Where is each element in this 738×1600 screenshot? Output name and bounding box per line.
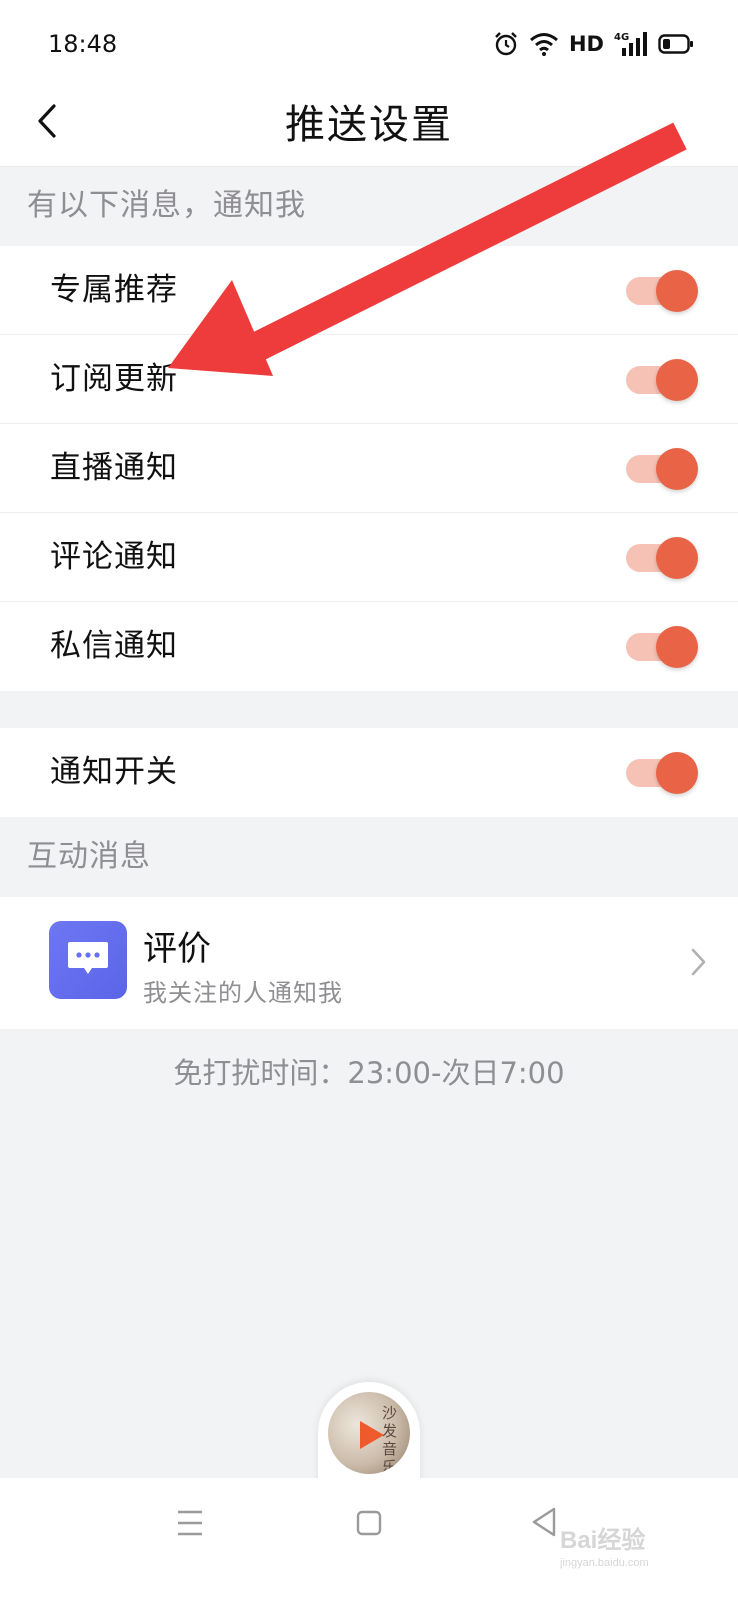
- watermark-logo: Bai经验 jingyan.baidu.com: [560, 1520, 649, 1569]
- setting-row-notification-switch[interactable]: 通知开关: [0, 728, 738, 817]
- setting-row-comment-notify[interactable]: 评论通知: [0, 513, 738, 602]
- setting-row-private-message-notify[interactable]: 私信通知: [0, 602, 738, 691]
- signal-label: 4G: [614, 32, 629, 43]
- watermark-sub: jingyan.baidu.com: [560, 1557, 649, 1569]
- page-title: 推送设置: [285, 102, 453, 148]
- toggle-switch[interactable]: [626, 752, 698, 794]
- toggle-switch[interactable]: [626, 448, 698, 490]
- cellular-signal-icon: 4G: [614, 32, 647, 56]
- toggle-switch[interactable]: [626, 537, 698, 579]
- setting-row-subscription-update[interactable]: 订阅更新: [0, 335, 738, 424]
- alarm-icon: [495, 32, 517, 56]
- toggle-switch[interactable]: [626, 626, 698, 668]
- nav-bar: 推送设置: [0, 78, 738, 167]
- do-not-disturb-text: 免打扰时间：23:00-次日7:00: [173, 1056, 565, 1090]
- chat-bubble-icon: [49, 921, 127, 999]
- status-time: 18:48: [48, 30, 118, 58]
- watermark-text: Bai经验: [560, 1527, 646, 1554]
- review-subtitle: 我关注的人通知我: [143, 979, 343, 1007]
- master-switch-group: 通知开关: [0, 728, 738, 817]
- home-icon[interactable]: [355, 1508, 383, 1538]
- back-triangle-icon[interactable]: [530, 1506, 558, 1538]
- wifi-icon: [530, 33, 558, 56]
- review-title: 评价: [143, 929, 211, 969]
- setting-label: 订阅更新: [50, 361, 178, 397]
- setting-label: 通知开关: [50, 754, 178, 790]
- setting-row-exclusive-recommend[interactable]: 专属推荐: [0, 246, 738, 335]
- setting-label: 直播通知: [50, 450, 178, 486]
- status-bar: 18:48 HD 4G: [0, 0, 738, 90]
- section-header-interaction: 互动消息: [27, 839, 151, 874]
- music-mini-player[interactable]: 沙发音乐: [318, 1382, 420, 1492]
- status-icons: HD 4G: [493, 28, 694, 60]
- setting-label: 私信通知: [50, 628, 178, 664]
- section-header-notify: 有以下消息，通知我: [27, 188, 306, 223]
- network-type-label: HD: [568, 32, 604, 56]
- toggle-switch[interactable]: [626, 270, 698, 312]
- setting-label: 评论通知: [50, 539, 178, 575]
- menu-icon[interactable]: [176, 1508, 204, 1538]
- battery-icon: [658, 34, 693, 54]
- setting-label: 专属推荐: [50, 272, 178, 308]
- chevron-right-icon[interactable]: [690, 947, 708, 977]
- play-icon[interactable]: [358, 1419, 386, 1451]
- toggle-switch[interactable]: [626, 359, 698, 401]
- review-notify-item[interactable]: 评价 我关注的人通知我: [0, 897, 738, 1029]
- notify-settings-group: 专属推荐 订阅更新 直播通知 评论通知 私信通知: [0, 246, 738, 691]
- album-cover[interactable]: 沙发音乐: [328, 1392, 410, 1474]
- setting-row-live-notify[interactable]: 直播通知: [0, 424, 738, 513]
